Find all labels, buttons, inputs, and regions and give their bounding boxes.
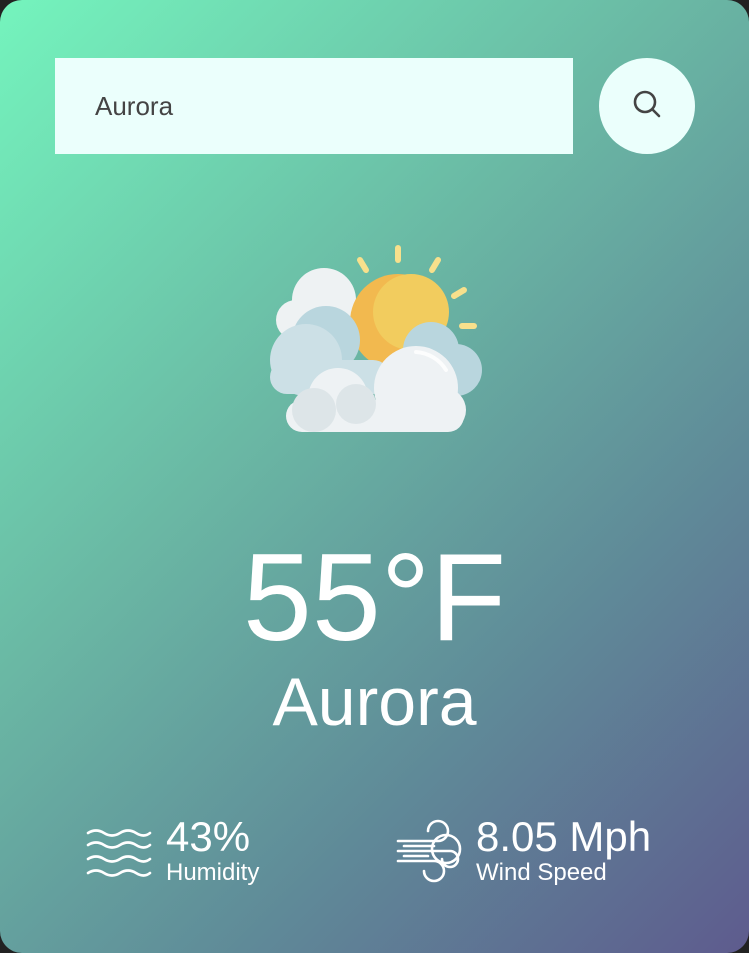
wind-detail: 8.05 Mph Wind Speed [394, 815, 651, 887]
humidity-text: 43% Humidity [166, 815, 259, 887]
wind-icon [394, 819, 464, 883]
search-box[interactable] [55, 58, 573, 154]
humidity-value: 43% [166, 813, 251, 860]
wind-text: 8.05 Mph Wind Speed [476, 815, 651, 887]
search-icon [632, 89, 662, 124]
search-button[interactable] [599, 58, 695, 154]
wind-label: Wind Speed [476, 859, 607, 886]
search-input[interactable] [95, 58, 573, 154]
city-name: Aurora [272, 664, 477, 740]
temperature: 55°F [242, 529, 507, 667]
partly-cloudy-icon [266, 240, 486, 440]
humidity-detail: 43% Humidity [84, 815, 259, 887]
wind-value: 8.05 Mph [476, 813, 652, 860]
humidity-label: Humidity [166, 859, 260, 886]
humidity-icon [84, 819, 154, 883]
weather-card: 55°F Aurora 43% Humidity [0, 0, 749, 953]
